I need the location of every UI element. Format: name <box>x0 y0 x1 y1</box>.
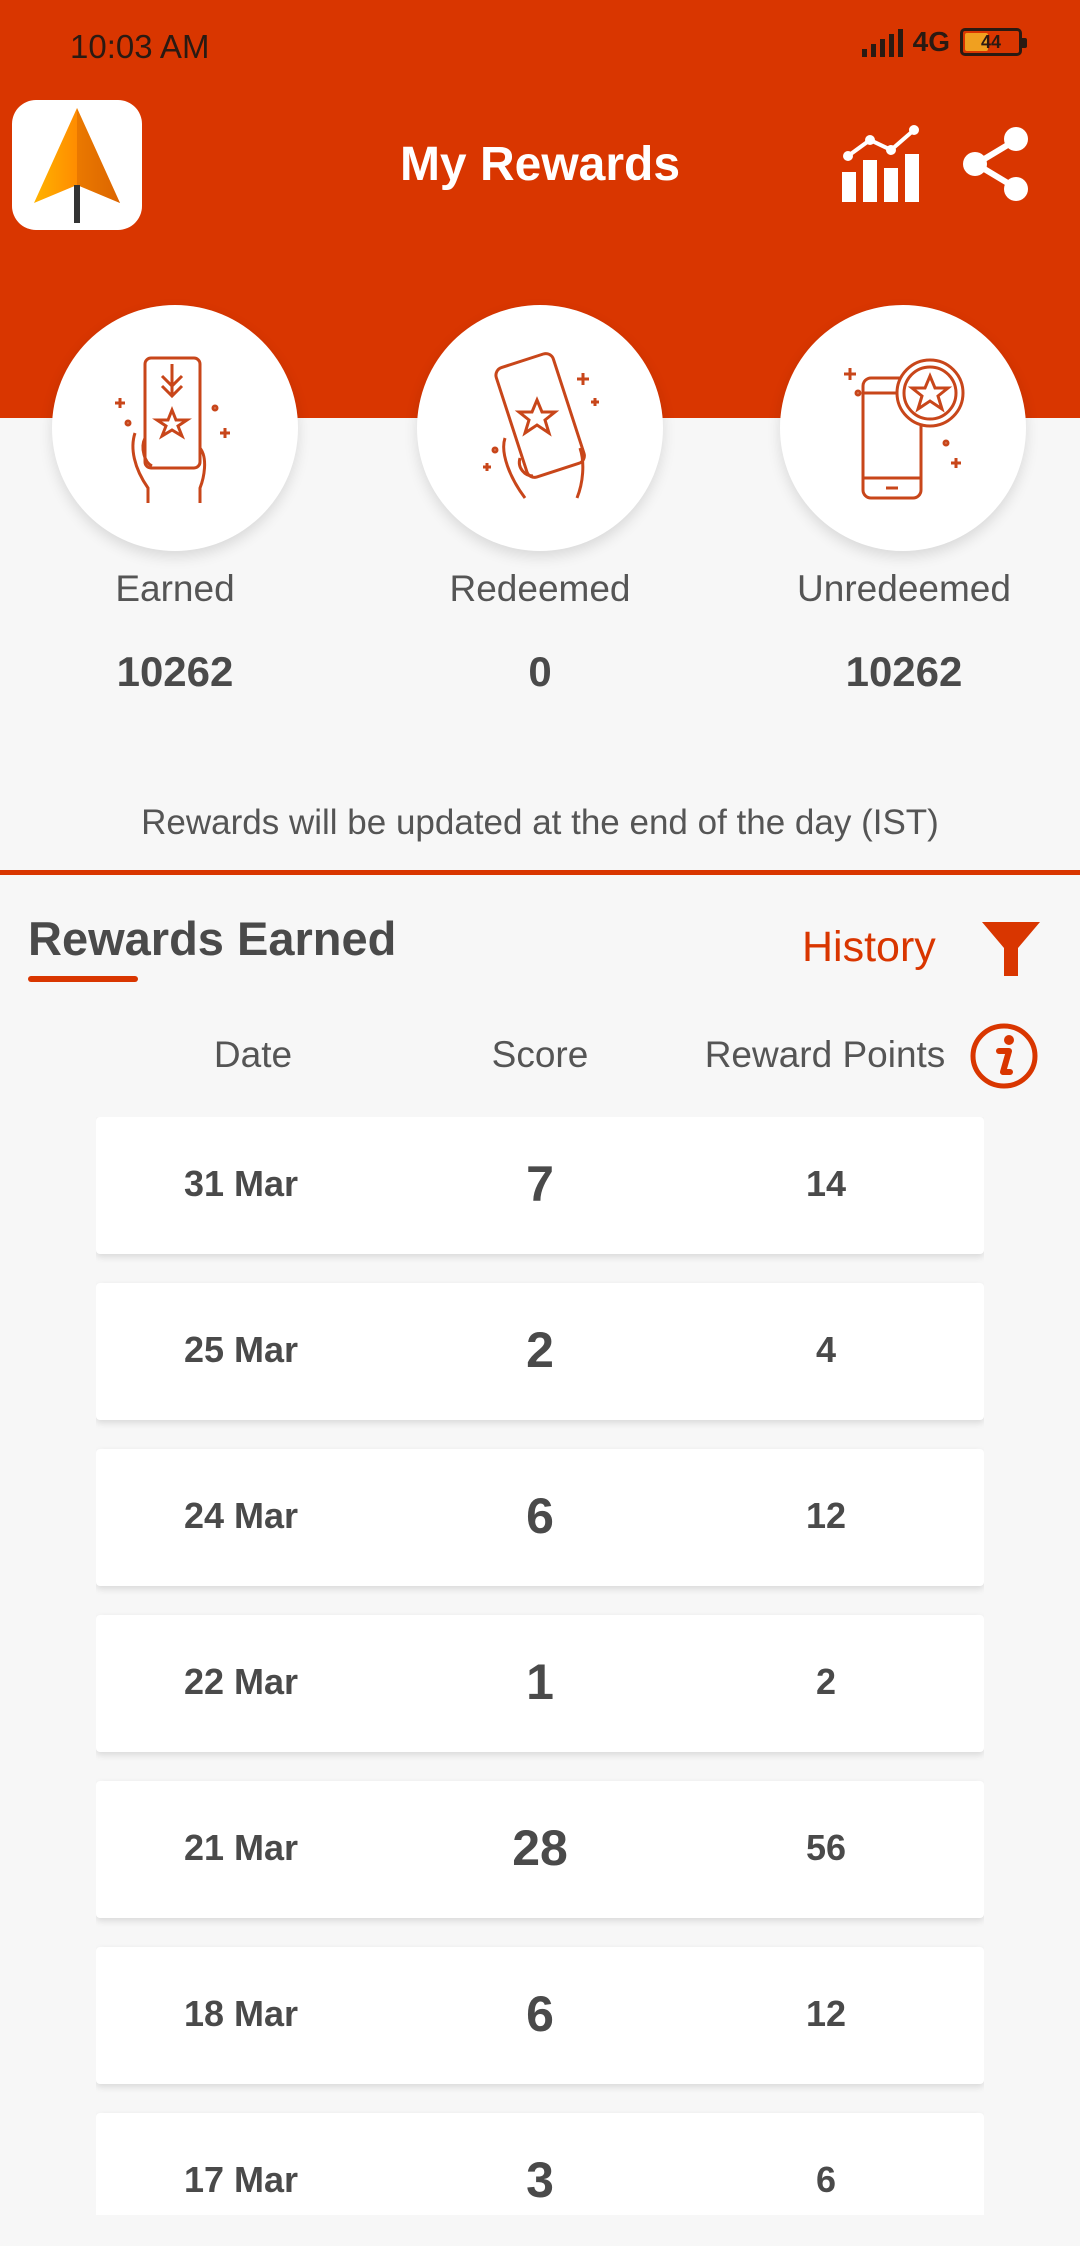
row-score: 6 <box>526 1986 554 2042</box>
funnel-icon <box>982 922 1040 976</box>
unredeemed-label: Unredeemed <box>797 568 1011 609</box>
info-circle-icon <box>970 1023 1038 1089</box>
row-reward-points: 12 <box>805 1495 847 1536</box>
battery-icon: 44 <box>960 28 1027 56</box>
row-reward-points: 6 <box>815 2159 837 2200</box>
earned-circle <box>52 305 298 551</box>
row-score: 1 <box>526 1654 554 1710</box>
row-date: 22 Mar <box>183 1661 299 1702</box>
filter-icon[interactable] <box>980 918 1042 980</box>
table-row[interactable]: 21 Mar 28 56 <box>96 1781 984 1918</box>
row-reward-points: 14 <box>805 1163 847 1204</box>
bar-chart-icon <box>842 125 919 202</box>
earned-value: 10262 <box>116 648 234 695</box>
network-type: 4G <box>912 26 950 57</box>
row-score: 28 <box>512 1820 568 1876</box>
section-divider <box>0 870 1080 875</box>
history-button[interactable]: History <box>802 923 936 972</box>
row-date: 21 Mar <box>183 1827 299 1868</box>
row-score: 7 <box>526 1156 554 1212</box>
row-date: 31 Mar <box>183 1163 299 1204</box>
stats-button[interactable] <box>838 120 930 205</box>
table-row[interactable]: 17 Mar 3 6 <box>96 2113 984 2215</box>
status-indicators: 4G 44 <box>861 26 1027 58</box>
redeemed-label: Redeemed <box>449 568 631 609</box>
update-notice: Rewards will be updated at the end of th… <box>141 803 939 842</box>
section-underline <box>28 976 138 982</box>
redeemed-icon <box>483 352 599 499</box>
column-header-score: Score <box>491 1034 589 1075</box>
column-header-reward-points: Reward Points <box>704 1034 946 1075</box>
rewards-list: 31 Mar 7 14 25 Mar 2 4 24 Mar 6 12 22 Mar 1 2 21 Mar… <box>96 1117 984 2215</box>
earned-icon <box>115 356 230 503</box>
column-header-date: Date <box>213 1034 293 1075</box>
signal-icon <box>861 27 903 57</box>
table-row[interactable]: 22 Mar 1 2 <box>96 1615 984 1752</box>
share-icon <box>963 127 1028 201</box>
section-title: Rewards Earned <box>28 912 397 965</box>
table-row[interactable]: 18 Mar 6 12 <box>96 1947 984 2084</box>
redeemed-circle <box>417 305 663 551</box>
row-date: 24 Mar <box>183 1495 299 1536</box>
status-bar: 10:03 AM 4G 44 <box>0 0 1080 95</box>
redeemed-value: 0 <box>528 648 552 695</box>
unredeemed-circle <box>780 305 1026 551</box>
share-button[interactable] <box>960 125 1032 203</box>
unredeemed-value: 10262 <box>845 648 963 695</box>
row-date: 25 Mar <box>183 1329 299 1370</box>
row-reward-points: 12 <box>805 1993 847 2034</box>
row-score: 3 <box>526 2152 554 2208</box>
row-score: 2 <box>526 1322 554 1378</box>
earned-label: Earned <box>115 568 235 609</box>
row-score: 6 <box>526 1488 554 1544</box>
row-date: 17 Mar <box>183 2159 299 2200</box>
table-row[interactable]: 25 Mar 2 4 <box>96 1283 984 1420</box>
app-bar: My Rewards <box>0 95 1080 240</box>
row-date: 18 Mar <box>183 1993 299 2034</box>
unredeemed-icon <box>844 358 965 500</box>
row-reward-points: 56 <box>805 1827 847 1868</box>
info-icon[interactable] <box>969 1022 1039 1090</box>
table-row[interactable]: 31 Mar 7 14 <box>96 1117 984 1254</box>
row-reward-points: 4 <box>815 1329 837 1370</box>
row-reward-points: 2 <box>815 1661 837 1702</box>
battery-level: 44 <box>980 31 1002 52</box>
status-time: 10:03 AM <box>70 28 210 65</box>
table-row[interactable]: 24 Mar 6 12 <box>96 1449 984 1586</box>
